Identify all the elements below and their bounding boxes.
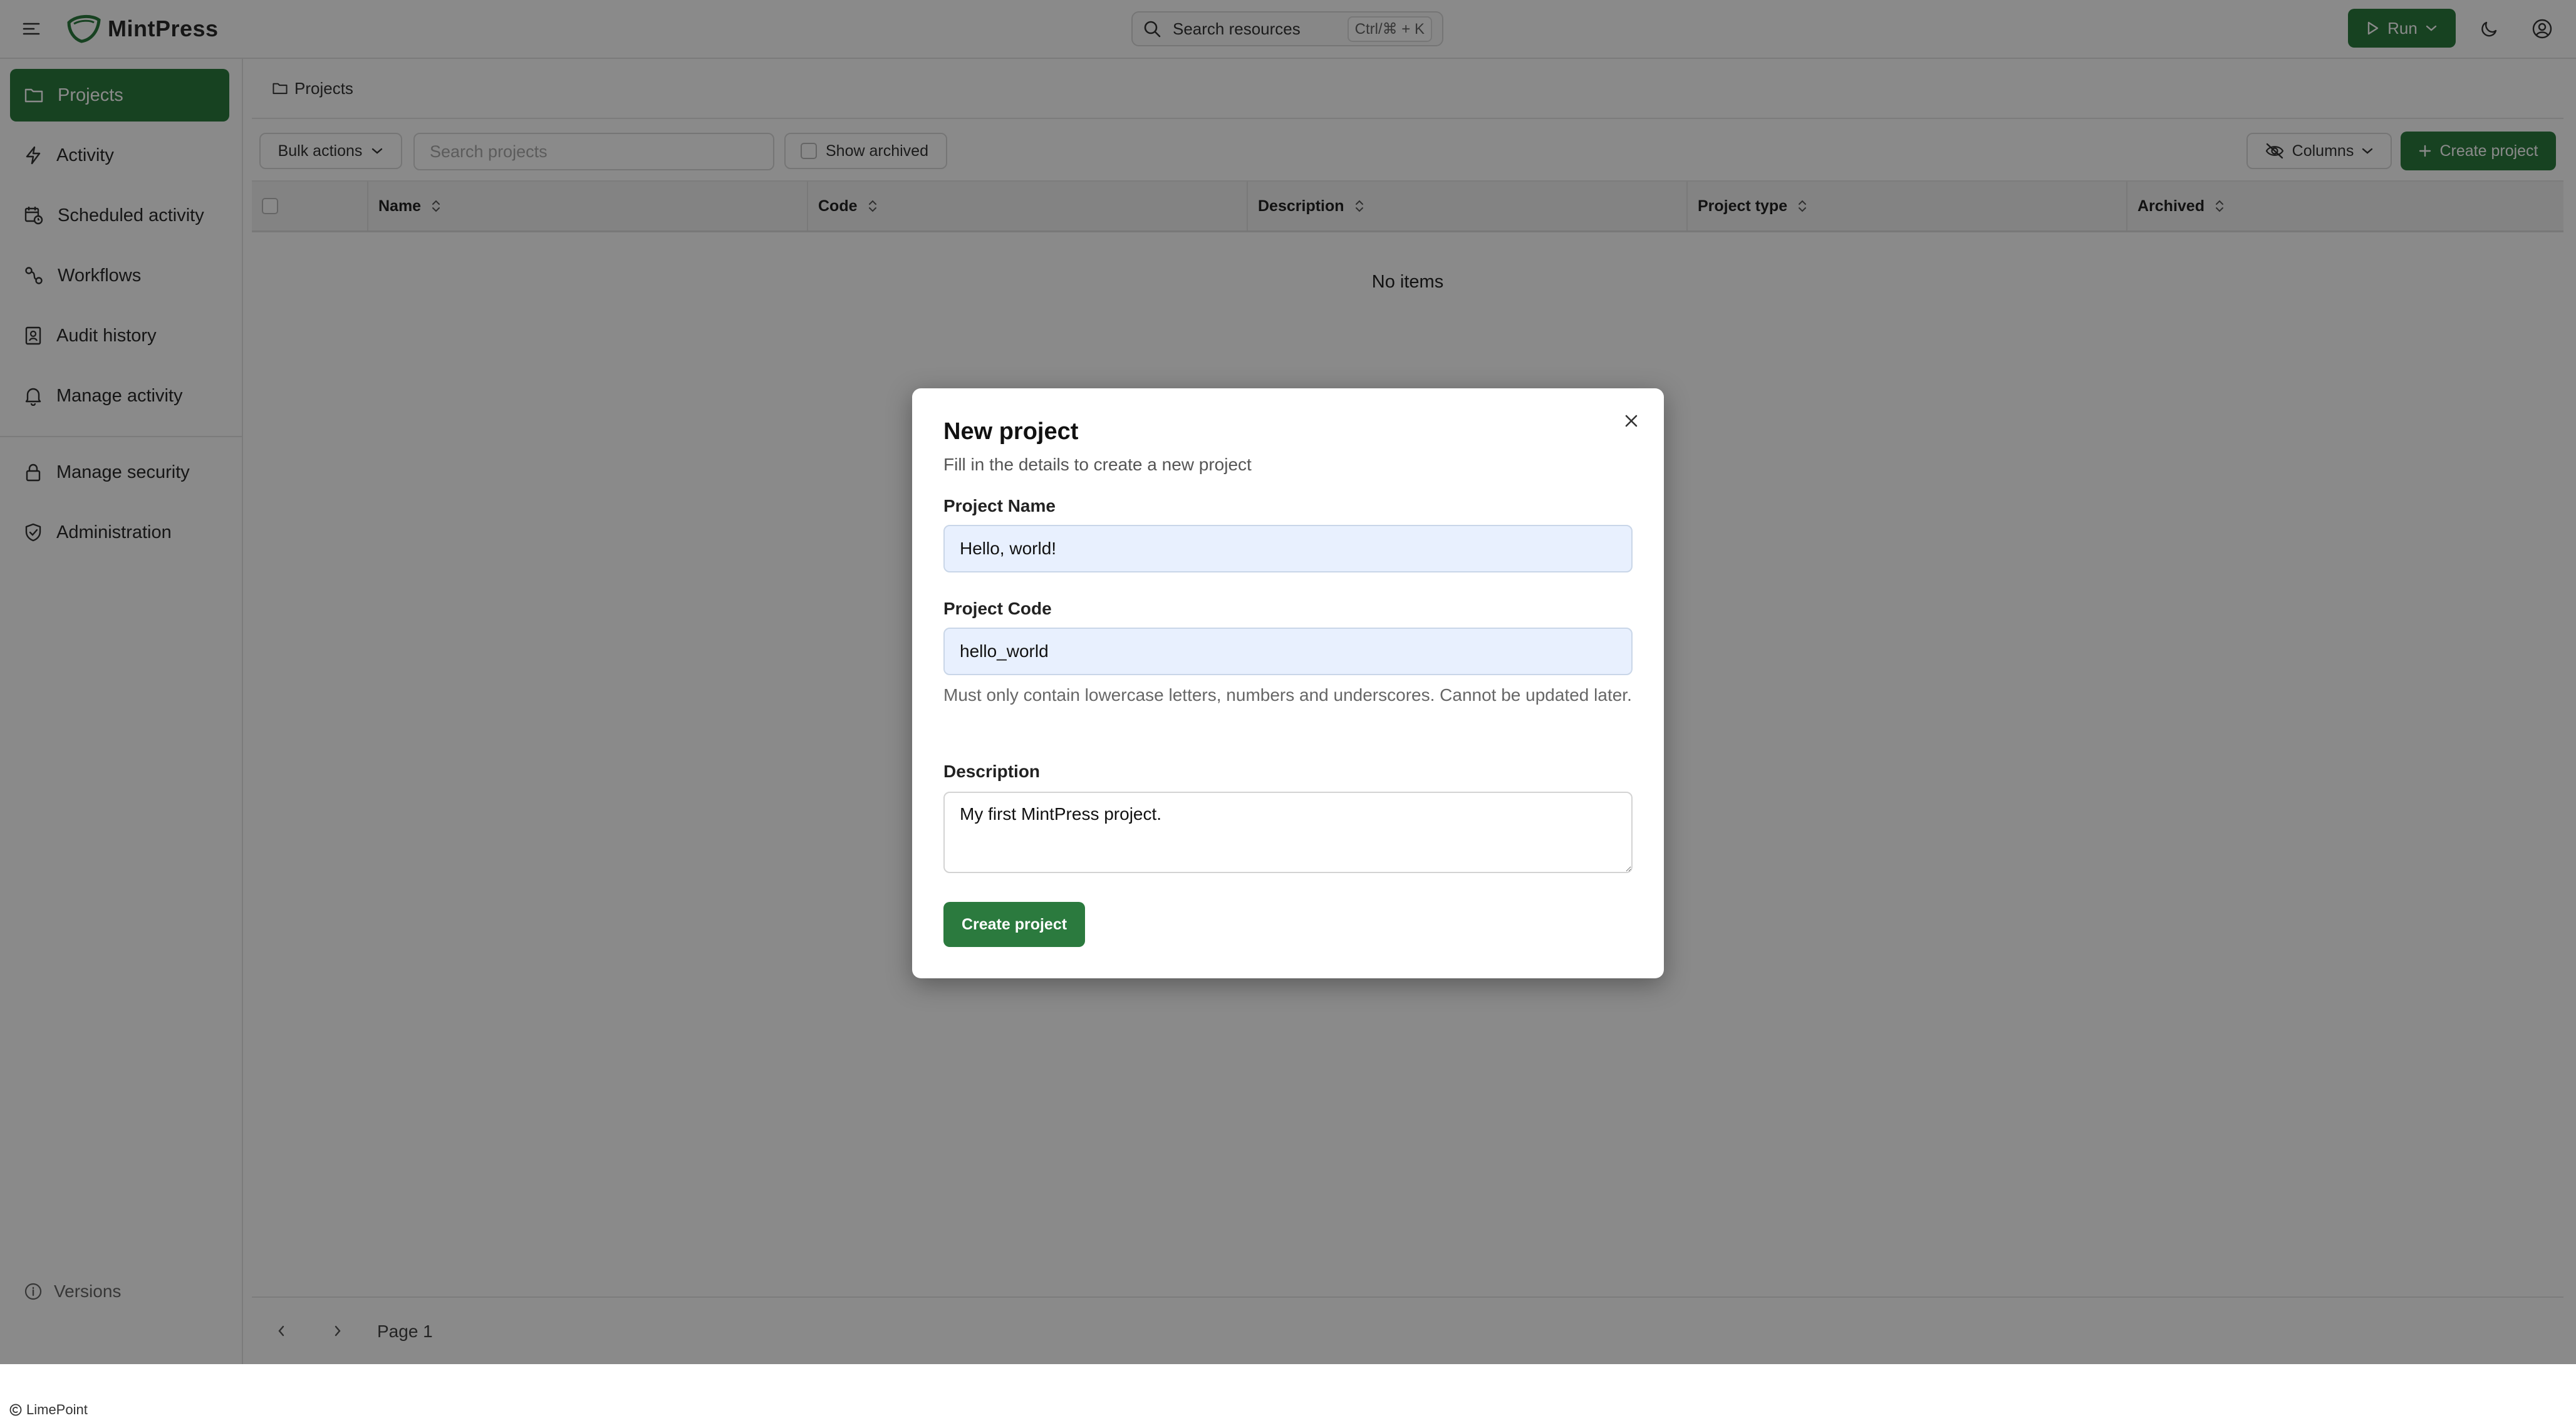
footer-brand: LimePoint bbox=[9, 1402, 88, 1418]
dialog-title: New project bbox=[943, 418, 1079, 445]
project-code-help-text: Must only contain lowercase letters, num… bbox=[943, 685, 1632, 705]
dialog-create-project-button[interactable]: Create project bbox=[943, 902, 1085, 947]
dialog-subtitle: Fill in the details to create a new proj… bbox=[943, 455, 1252, 474]
project-name-label: Project Name bbox=[943, 496, 1056, 515]
new-project-dialog: New project Fill in the details to creat… bbox=[912, 388, 1664, 978]
description-label: Description bbox=[943, 762, 1041, 781]
project-code-label: Project Code bbox=[943, 599, 1052, 618]
description-textarea[interactable]: My first MintPress project. bbox=[943, 792, 1633, 873]
project-name-input[interactable] bbox=[943, 525, 1633, 572]
footer-brand-label: LimePoint bbox=[26, 1402, 88, 1417]
project-code-input[interactable] bbox=[943, 628, 1633, 675]
close-icon[interactable] bbox=[1618, 407, 1645, 435]
copyright-icon bbox=[9, 1404, 22, 1416]
